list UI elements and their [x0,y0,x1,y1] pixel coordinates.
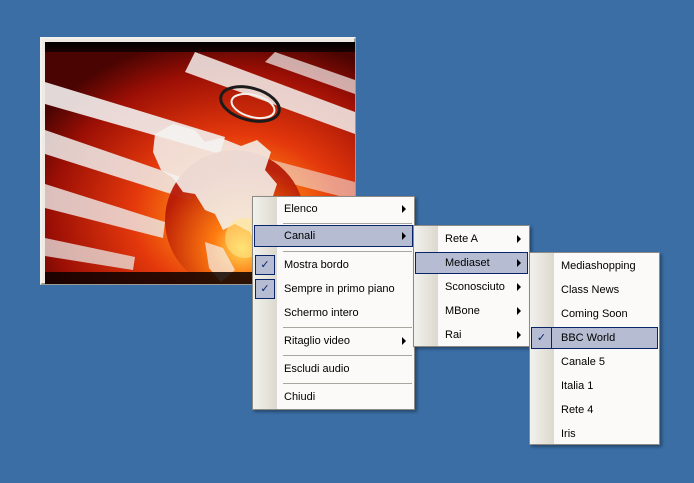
menu-item-label: Mediashopping [561,260,636,272]
menu-item-ritaglio-video[interactable]: Ritaglio video [254,330,413,352]
menu-separator [283,327,412,328]
menu-item-sempre-in-primo-piano[interactable]: ✓ Sempre in primo piano [254,278,413,300]
submenu-arrow-icon [517,283,521,291]
menu-item-label: Sempre in primo piano [284,283,395,295]
menu-item-label: Rai [445,329,462,341]
menu-item-mostra-bordo[interactable]: ✓ Mostra bordo [254,254,413,276]
submenu-arrow-icon [517,259,521,267]
menu-item-label: Elenco [284,203,318,215]
menu-item-sconosciuto[interactable]: Sconosciuto [415,276,528,298]
menu-separator [283,383,412,384]
menu-item-label: Coming Soon [561,308,628,320]
submenu-arrow-icon [402,337,406,345]
menu-item-label: Mostra bordo [284,259,349,271]
menu-item-label: Chiudi [284,391,316,403]
menu-item-schermo-intero[interactable]: Schermo intero [254,302,413,324]
menu-item-chiudi[interactable]: Chiudi [254,386,413,408]
menu-item-rete-4[interactable]: Rete 4 [531,399,658,421]
submenu-arrow-icon [517,331,521,339]
menu-item-label: Italia 1 [561,380,594,392]
menu-separator [283,223,412,224]
checkmark-icon: ✓ [255,255,275,275]
menu-item-rai[interactable]: Rai [415,324,528,346]
menu-item-coming-soon[interactable]: Coming Soon [531,303,658,325]
menu-item-label: Rete A [445,233,479,245]
menu-item-mbone[interactable]: MBone [415,300,528,322]
canali-submenu: Rete A Mediaset Sconosciuto MBone Rai [413,225,530,347]
menu-item-mediashopping[interactable]: Mediashopping [531,255,658,277]
submenu-arrow-icon [517,235,521,243]
menu-item-label: Schermo intero [284,307,359,319]
submenu-arrow-icon [517,307,521,315]
menu-item-label: Ritaglio video [284,335,351,347]
menu-item-rete-a[interactable]: Rete A [415,228,528,250]
menu-item-label: Iris [561,428,576,440]
menu-item-bbc-world[interactable]: ✓ BBC World [531,327,658,349]
menu-item-elenco[interactable]: Elenco [254,198,413,220]
menu-item-label: BBC World [561,332,616,344]
checkmark-icon: ✓ [532,328,552,348]
menu-item-label: MBone [445,305,480,317]
menu-item-class-news[interactable]: Class News [531,279,658,301]
menu-item-label: Class News [561,284,620,296]
mediaset-submenu: Mediashopping Class News Coming Soon ✓ B… [529,252,660,445]
menu-item-label: Sconosciuto [445,281,505,293]
menu-item-mediaset[interactable]: Mediaset [415,252,528,274]
menu-item-escludi-audio[interactable]: Escludi audio [254,358,413,380]
menu-item-label: Canale 5 [561,356,606,368]
menu-item-label: Rete 4 [561,404,594,416]
submenu-arrow-icon [402,232,406,240]
menu-item-italia-1[interactable]: Italia 1 [531,375,658,397]
menu-item-canale-5[interactable]: Canale 5 [531,351,658,373]
menu-item-label: Escludi audio [284,363,350,375]
menu-item-canali[interactable]: Canali [254,225,413,247]
menu-item-iris[interactable]: Iris [531,423,658,445]
menu-item-label: Mediaset [445,257,490,269]
submenu-arrow-icon [402,205,406,213]
context-menu: Elenco Canali ✓ Mostra bordo ✓ Sempre in… [252,196,415,410]
menu-item-label: Canali [284,230,316,242]
menu-separator [283,251,412,252]
menu-separator [283,355,412,356]
checkmark-icon: ✓ [255,279,275,299]
